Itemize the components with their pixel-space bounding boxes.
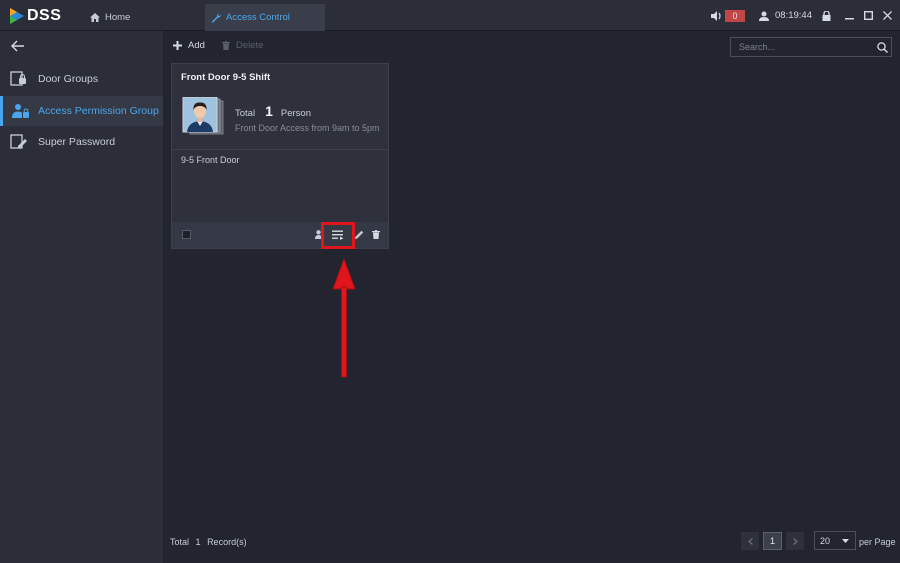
sidebar-item-access-permission-group[interactable]: Access Permission Group (0, 96, 163, 126)
card-title: Front Door 9-5 Shift (181, 72, 271, 83)
clock-time: 08:19:44 (775, 10, 812, 21)
total-records-label: Total (170, 537, 190, 547)
door-group-icon (0, 71, 38, 87)
edit-document-icon (0, 134, 38, 150)
sidebar-item-door-groups[interactable]: Door Groups (0, 64, 163, 94)
next-page-button[interactable] (786, 532, 804, 550)
door-group-name: 9-5 Front Door (181, 155, 240, 165)
search-input[interactable] (731, 42, 873, 52)
prev-page-button[interactable] (741, 532, 759, 550)
caret-down-icon (842, 538, 849, 543)
alarm-count-badge[interactable]: 0 (725, 9, 746, 22)
records-label: Record(s) (207, 537, 247, 547)
wrench-icon (211, 12, 221, 23)
user-icon[interactable] (759, 11, 770, 21)
page-number-button[interactable]: 1 (763, 532, 782, 550)
trash-icon (222, 41, 230, 50)
card-footer (172, 222, 388, 249)
sidebar: Door Groups Access Permission Group Supe… (0, 31, 163, 563)
per-page-select[interactable]: 20 (814, 531, 856, 550)
search-box (730, 37, 892, 57)
tab-home-label: Home (105, 12, 131, 23)
lock-icon[interactable] (822, 10, 831, 21)
toolbar: Add Delete (163, 31, 900, 63)
delete-button[interactable]: Delete (222, 40, 263, 51)
top-bar: DSS Home Access Control 0 08:19:44 (0, 0, 900, 31)
person-count: 1 (265, 103, 273, 119)
back-arrow-icon[interactable] (11, 40, 25, 55)
delete-icon[interactable] (372, 230, 380, 239)
speaker-icon[interactable] (711, 10, 723, 21)
sidebar-item-label: Door Groups (38, 73, 99, 85)
chevron-right-icon (792, 537, 798, 545)
total-label: Total (235, 108, 256, 119)
edit-icon[interactable] (355, 230, 364, 239)
close-icon[interactable] (883, 11, 892, 20)
per-page-label: per Page (859, 537, 896, 547)
home-icon (90, 13, 100, 22)
user-lock-icon (3, 103, 38, 119)
sidebar-item-label: Access Permission Group (38, 105, 159, 117)
card-divider (172, 149, 388, 150)
search-icon[interactable] (873, 41, 891, 53)
sidebar-item-label: Super Password (38, 136, 116, 148)
person-label: Person (280, 108, 311, 119)
group-description: Front Door Access from 9am to 5pm (235, 123, 380, 133)
record-count: Total 1 Record(s) (170, 537, 247, 547)
tab-access-control-label: Access Control (226, 12, 290, 23)
maximize-icon[interactable] (864, 11, 873, 20)
dss-logo-icon (10, 8, 24, 24)
total-records-count: 1 (195, 537, 201, 547)
logo-text: DSS (27, 7, 62, 24)
tab-access-control[interactable]: Access Control (205, 4, 325, 31)
plus-icon (173, 41, 182, 50)
annotation-arrow (330, 256, 358, 383)
sidebar-item-super-password[interactable]: Super Password (0, 127, 163, 157)
dss-logo: DSS (10, 6, 61, 26)
delete-button-label: Delete (236, 40, 264, 51)
chevron-left-icon (747, 537, 753, 545)
highlight-box (321, 222, 355, 249)
add-button[interactable]: Add (173, 40, 205, 51)
add-button-label: Add (188, 40, 205, 51)
permission-group-card[interactable]: Front Door 9-5 Shift Total 1 Person Fron… (171, 63, 389, 249)
per-page-value: 20 (820, 535, 831, 546)
card-checkbox[interactable] (182, 230, 191, 239)
minimize-icon[interactable] (845, 11, 854, 20)
tab-home[interactable]: Home (90, 4, 200, 31)
person-avatar (182, 96, 224, 135)
person-total: Total 1 Person (235, 103, 311, 119)
